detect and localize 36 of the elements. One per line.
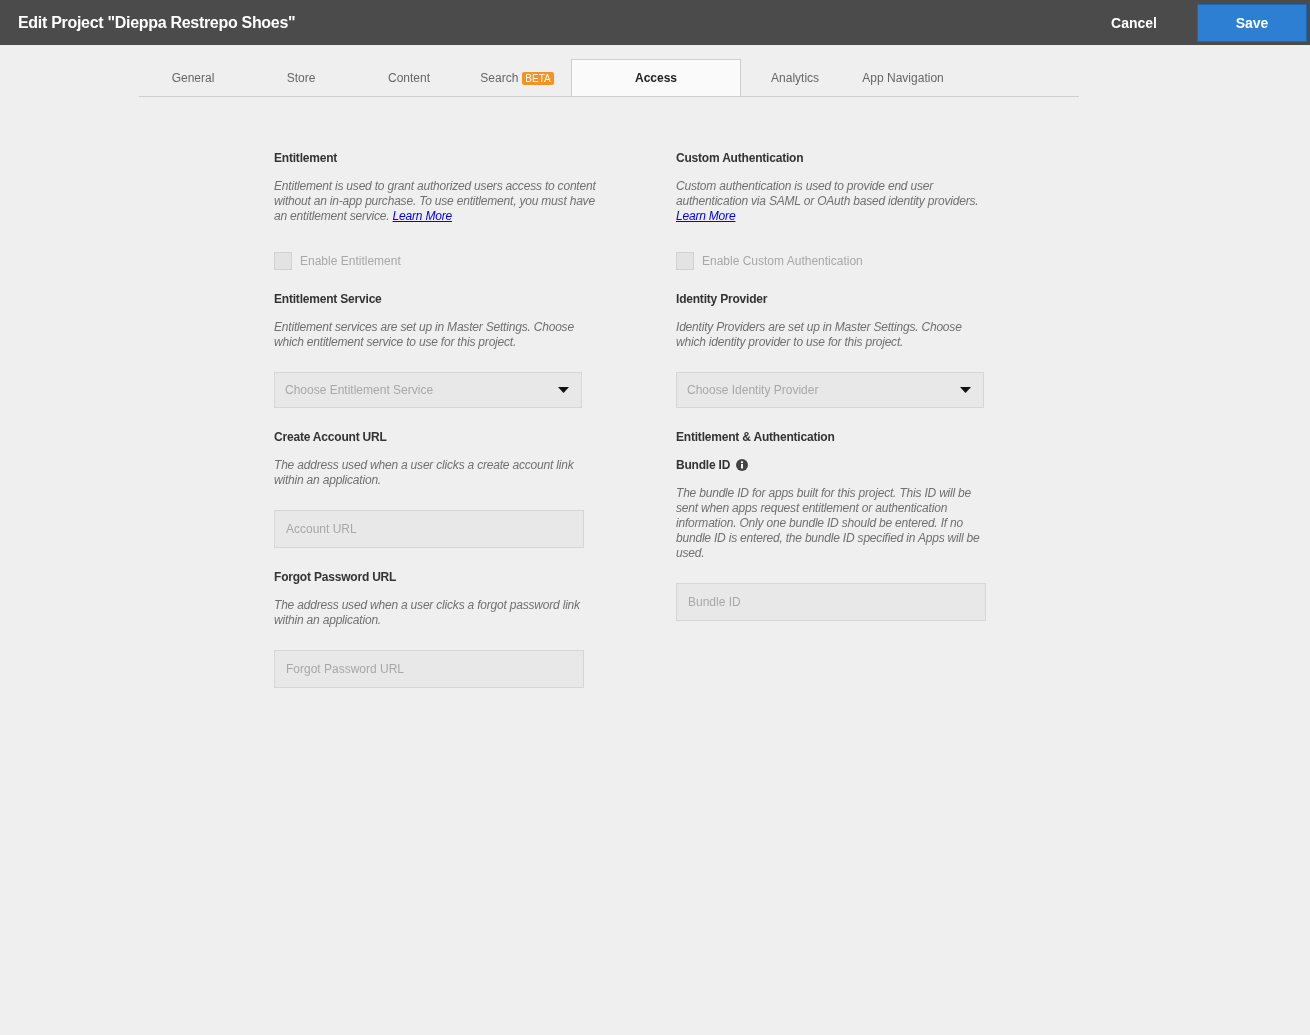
caret-icon (558, 387, 569, 393)
section-heading: Forgot Password URL (274, 570, 398, 584)
save-button[interactable]: Save (1197, 3, 1307, 42)
tab[interactable]: Search BETA (463, 60, 571, 96)
tab[interactable]: Access (571, 59, 742, 96)
tab[interactable]: App Navigation (849, 60, 958, 96)
description-text: The address used when a user clicks a forgot password link within an application. (274, 598, 581, 628)
section-heading: Bundle ID (676, 458, 731, 472)
tab[interactable]: Store (247, 60, 355, 96)
learn-more-link[interactable]: Learn More (392, 209, 452, 223)
tab[interactable]: Analytics (741, 60, 850, 96)
description-text: The address used when a user clicks a create account link within an application. (274, 458, 575, 488)
info-icon[interactable] (736, 459, 749, 471)
checkbox-label: Enable Entitlement (300, 254, 401, 268)
section-heading: Custom Authentication (676, 151, 805, 165)
description-text: Identity Providers are set up in Master Settings. Choose which identity provider to use for this project. (676, 320, 963, 350)
section-heading: Create Account URL (274, 430, 388, 444)
tab[interactable]: Content (355, 60, 463, 96)
description-text: Entitlement is used to grant authorized users access to content without an in-app purchase. To use entitlement, you must have an entitlement service. Learn More (274, 179, 597, 224)
section-heading: Identity Provider (676, 292, 769, 306)
tab[interactable]: General (139, 60, 247, 96)
beta-badge: BETA (522, 71, 554, 85)
description-text: Entitlement services are set up in Master Settings. Choose which entitlement service to use for this project. (274, 320, 575, 350)
caret-icon (960, 387, 971, 393)
window-title: Edit Project "Dieppa Restrepo Shoes" (18, 13, 297, 32)
input-field[interactable]: Bundle ID (676, 583, 986, 621)
description-text: Custom authentication is used to provide end user authentication via SAML or OAuth based identity providers. Learn More (676, 179, 980, 224)
description-text: The bundle ID for apps built for this project. This ID will be sent when apps request entitlement or authentication information. Only one bundle ID should be entered. If no bundle ID is entered, the bundle ID specified in Apps will be used. (676, 486, 981, 561)
checkbox-label: Enable Custom Authentication (702, 254, 863, 268)
input-field[interactable]: Account URL (274, 510, 584, 548)
learn-more-link[interactable]: Learn More (676, 209, 736, 223)
section-heading: Entitlement & Authentication (676, 430, 836, 444)
input-field[interactable]: Forgot Password URL (274, 650, 584, 688)
section-heading: Entitlement (274, 151, 339, 165)
cancel-button[interactable]: Cancel (1105, 13, 1163, 32)
section-heading: Entitlement Service (274, 292, 383, 306)
